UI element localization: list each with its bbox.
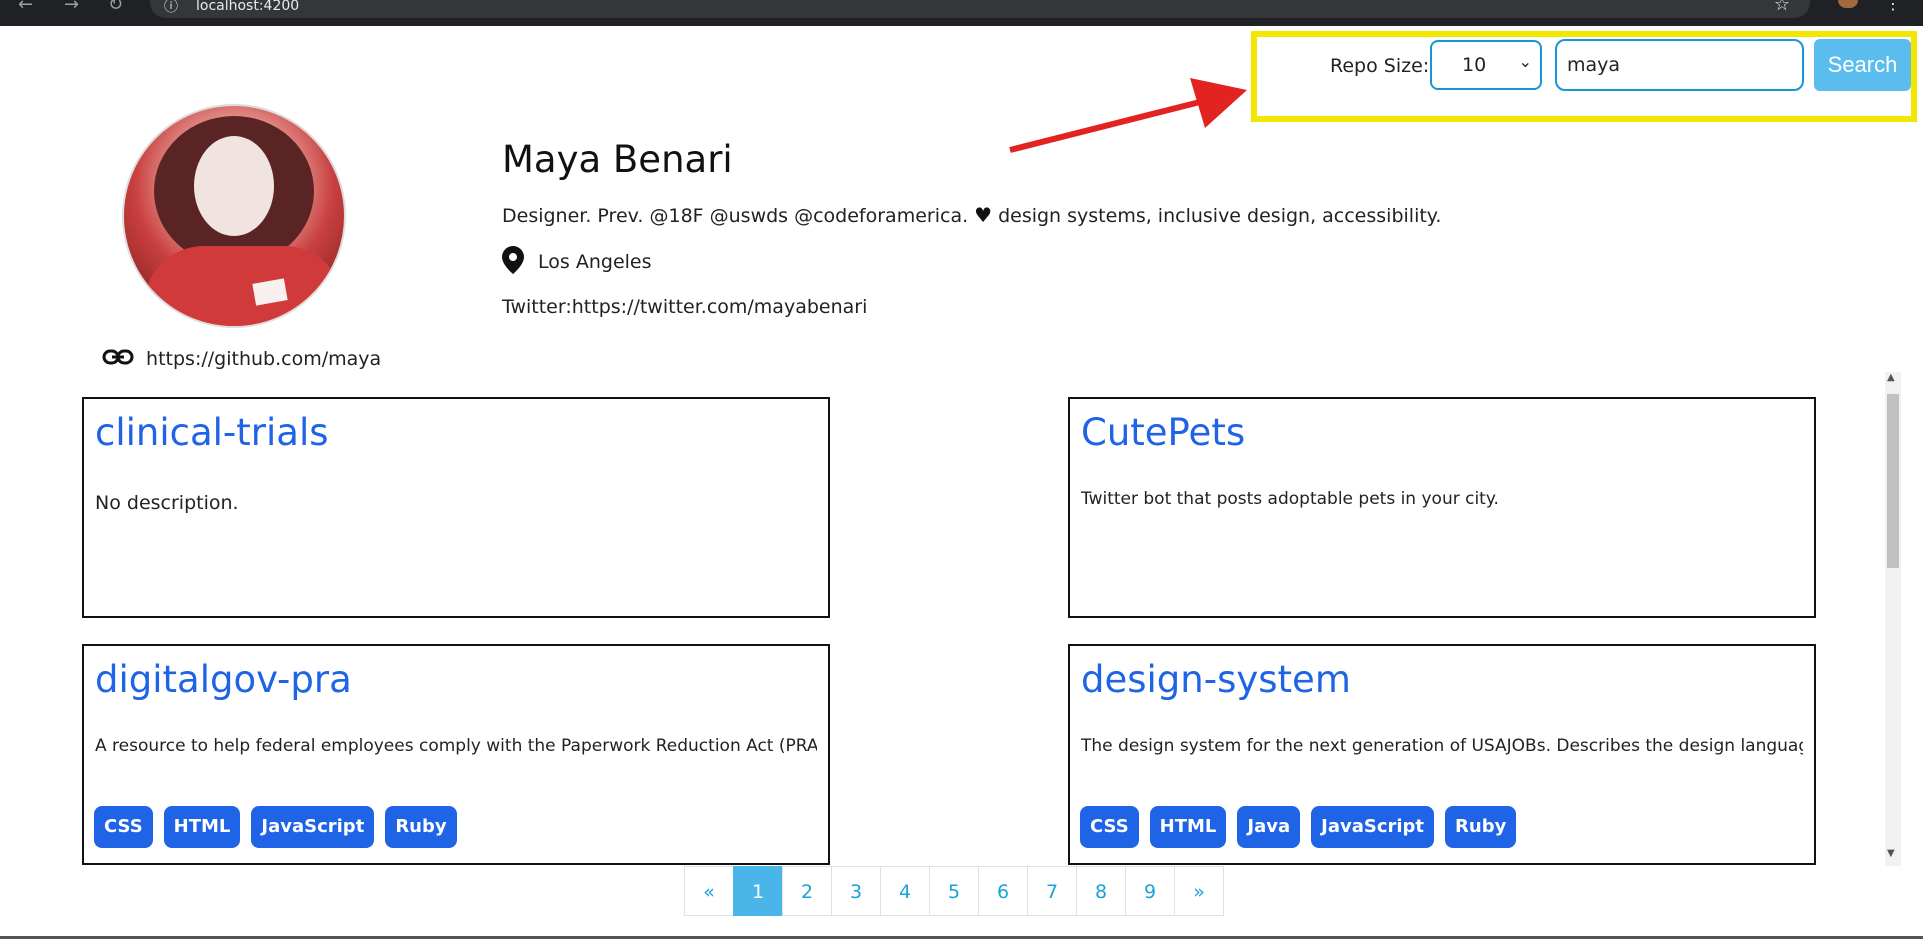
scroll-up-icon[interactable]: ▲ [1887, 372, 1895, 383]
location-text: Los Angeles [538, 251, 652, 273]
language-tag: HTML [1149, 806, 1227, 848]
page-7[interactable]: 7 [1027, 866, 1077, 916]
address-bar[interactable]: ⓘ localhost:4200 ☆ [150, 0, 1810, 18]
reload-icon[interactable]: ↻ [108, 0, 123, 15]
language-tag: CSS [1080, 806, 1139, 848]
browser-toolbar: ← → ↻ ⓘ localhost:4200 ☆ ⋮ [0, 0, 1923, 26]
location-row: Los Angeles [502, 246, 652, 279]
repo-title[interactable]: design-system [1081, 658, 1351, 701]
url-text[interactable]: localhost:4200 [196, 0, 299, 14]
language-tag: JavaScript [1311, 806, 1435, 848]
site-info-icon[interactable]: ⓘ [164, 0, 178, 16]
repo-card: CutePets Twitter bot that posts adoptabl… [1068, 397, 1816, 618]
page-9[interactable]: 9 [1125, 866, 1175, 916]
search-button[interactable]: Search [1814, 39, 1911, 91]
profile-avatar-icon[interactable] [1838, 0, 1858, 8]
repo-card: clinical-trials No description. [82, 397, 830, 618]
red-arrow-annotation [1009, 78, 1247, 153]
map-pin-icon [502, 246, 532, 279]
bio-text: Designer. Prev. @18F @uswds @codeforamer… [502, 205, 969, 227]
repo-card: design-system The design system for the … [1068, 644, 1816, 865]
page-8[interactable]: 8 [1076, 866, 1126, 916]
repo-description: Twitter bot that posts adoptable pets in… [1081, 489, 1499, 509]
page-2[interactable]: 2 [782, 866, 832, 916]
language-tags: CSS HTML JavaScript Ruby [94, 806, 457, 848]
repo-card: digitalgov-pra A resource to help federa… [82, 644, 830, 865]
language-tag: Java [1237, 806, 1301, 848]
page-next[interactable]: » [1174, 866, 1224, 916]
pagination: « 1 2 3 4 5 6 7 8 9 » [684, 866, 1224, 916]
repo-title[interactable]: clinical-trials [95, 411, 329, 454]
page-6[interactable]: 6 [978, 866, 1028, 916]
username-search-input[interactable] [1555, 39, 1804, 91]
avatar [122, 104, 346, 328]
page-5[interactable]: 5 [929, 866, 979, 916]
twitter-link[interactable]: Twitter:https://twitter.com/mayabenari [502, 296, 867, 318]
language-tags: CSS HTML Java JavaScript Ruby [1080, 806, 1517, 848]
repo-description: A resource to help federal employees com… [95, 736, 817, 756]
page-prev[interactable]: « [684, 866, 734, 916]
forward-icon[interactable]: → [64, 0, 79, 15]
bookmark-star-icon[interactable]: ☆ [1774, 0, 1790, 15]
page-3[interactable]: 3 [831, 866, 881, 916]
page-4[interactable]: 4 [880, 866, 930, 916]
repo-description: No description. [95, 492, 239, 514]
browser-menu-icon[interactable]: ⋮ [1885, 0, 1901, 13]
language-tag: JavaScript [251, 806, 375, 848]
language-tag: CSS [94, 806, 153, 848]
profile-bio: Designer. Prev. @18F @uswds @codeforamer… [502, 203, 1441, 227]
chevron-down-icon: ⌄ [1518, 52, 1532, 71]
github-link-row[interactable]: https://github.com/maya [102, 347, 381, 372]
repo-description: The design system for the next generatio… [1081, 736, 1803, 756]
repo-size-label: Repo Size: [1330, 55, 1430, 77]
heart-icon: ♥ [974, 203, 993, 227]
language-tag: Ruby [385, 806, 457, 848]
repo-title[interactable]: CutePets [1081, 411, 1245, 454]
repo-title[interactable]: digitalgov-pra [95, 658, 352, 701]
language-tag: HTML [163, 806, 241, 848]
back-icon[interactable]: ← [18, 0, 33, 15]
repo-size-value: 10 [1462, 54, 1487, 76]
profile-name: Maya Benari [502, 138, 733, 181]
github-url[interactable]: https://github.com/maya [146, 348, 381, 370]
scrollbar-thumb[interactable] [1887, 394, 1899, 568]
scroll-down-icon[interactable]: ▼ [1887, 848, 1895, 859]
language-tag: Ruby [1445, 806, 1517, 848]
link-icon [102, 347, 134, 372]
bio-text-interests: design systems, inclusive design, access… [998, 205, 1442, 227]
repo-size-select[interactable]: 10 ⌄ [1430, 40, 1542, 90]
page-1[interactable]: 1 [733, 866, 783, 916]
